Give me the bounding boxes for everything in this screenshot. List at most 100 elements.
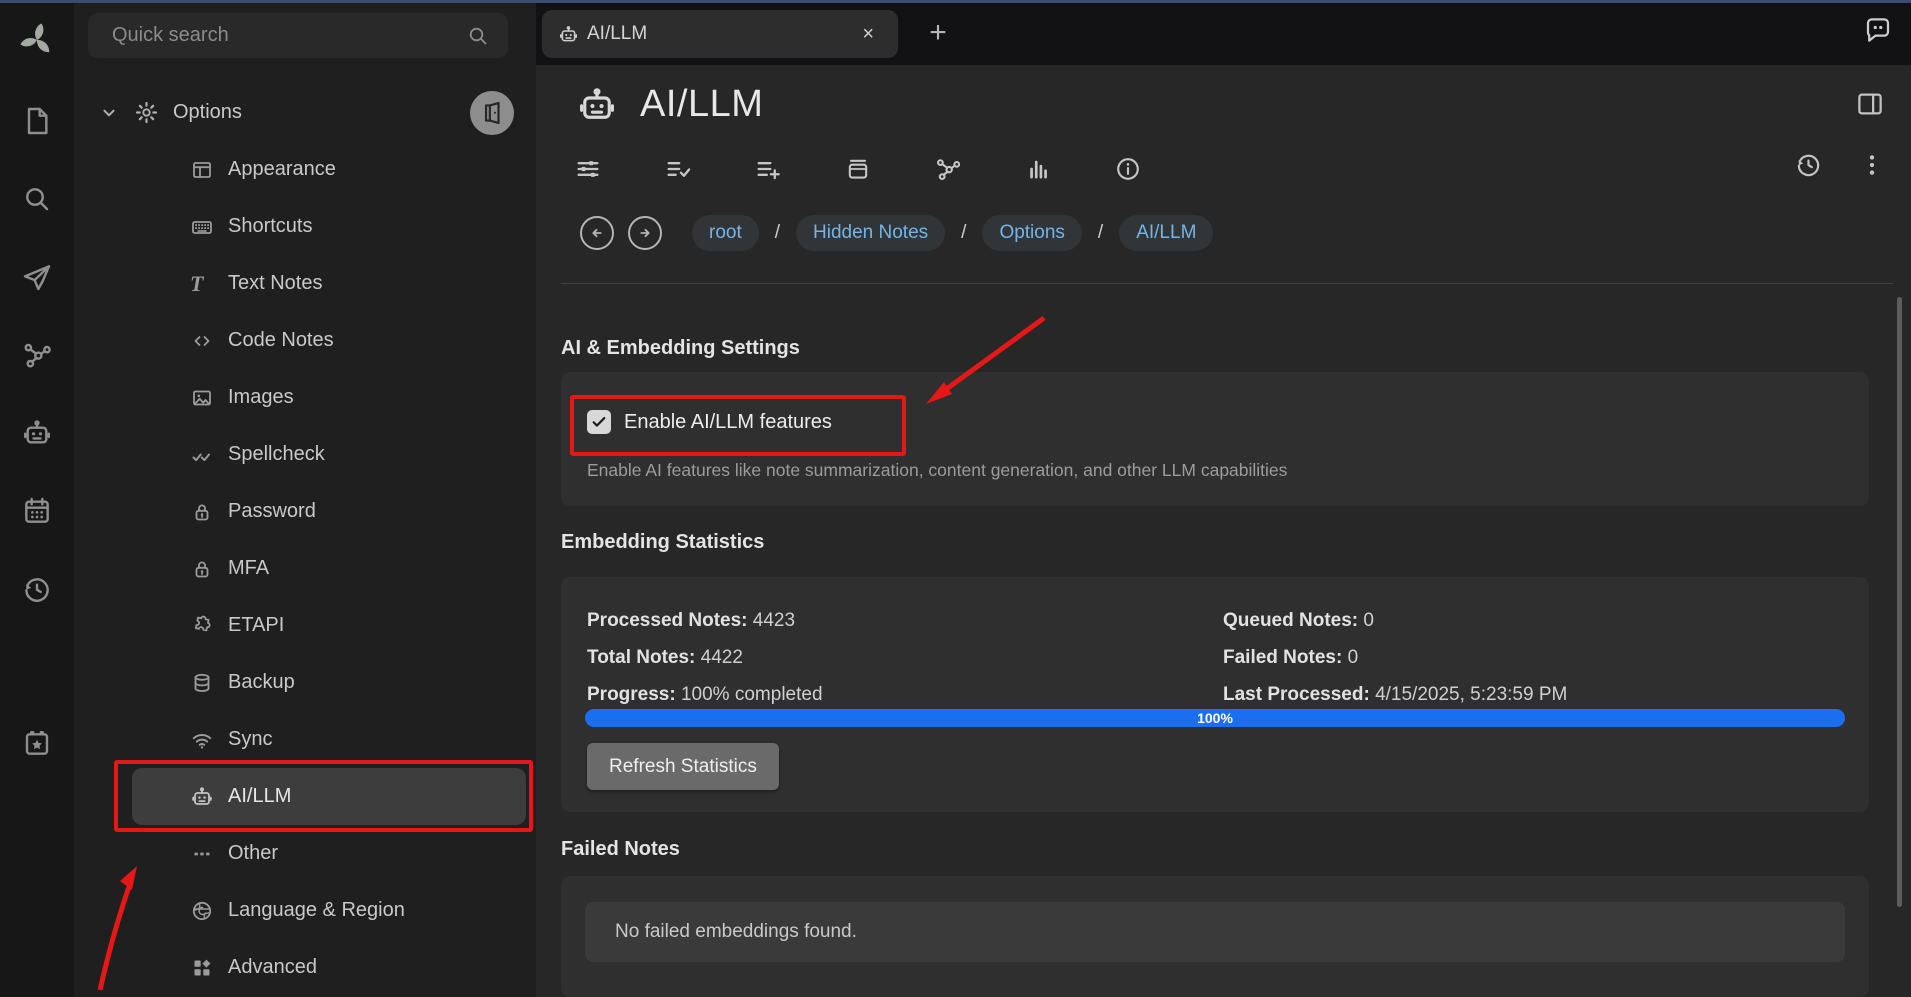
embedding-progress-bar: 100%: [585, 709, 1845, 727]
tree-item-label: AI/LLM: [228, 785, 291, 808]
split-pane-icon[interactable]: [1855, 89, 1885, 119]
tree-item-password[interactable]: Password: [74, 483, 536, 540]
tree-item-backup[interactable]: Backup: [74, 654, 536, 711]
tree-item-options[interactable]: Options: [74, 84, 536, 141]
spellcheck-icon: [190, 443, 214, 467]
stats-heading: Embedding Statistics: [561, 531, 764, 554]
grid-icon: [190, 956, 214, 980]
tree-item-other[interactable]: Other: [74, 825, 536, 882]
tree-item-images[interactable]: Images: [74, 369, 536, 426]
search-icon[interactable]: [0, 171, 74, 227]
breadcrumb-separator: /: [1096, 222, 1105, 244]
breadcrumb-root[interactable]: root: [692, 215, 759, 251]
tree-item-advanced[interactable]: Advanced: [74, 939, 536, 996]
enable-ai-checkbox-row[interactable]: Enable AI/LLM features: [587, 410, 832, 434]
new-tab-button[interactable]: +: [918, 13, 958, 53]
keyboard-icon: [190, 215, 214, 239]
tree-item-label: Images: [228, 386, 294, 409]
chevron-down-icon[interactable]: [98, 102, 120, 124]
image-icon: [190, 386, 214, 410]
tab-ai-llm[interactable]: AI/LLM ×: [542, 10, 898, 58]
breadcrumb-separator: /: [773, 222, 782, 244]
ai-chat-icon[interactable]: [0, 405, 74, 461]
info-icon[interactable]: [1114, 155, 1142, 183]
trilium-logo-icon: [0, 11, 74, 69]
vertical-scrollbar[interactable]: [1897, 297, 1902, 907]
robot-icon: [558, 24, 579, 45]
checkbox-checked-icon[interactable]: [587, 410, 611, 434]
stat-row: Last Processed: 4/15/2025, 5:23:59 PM: [1223, 676, 1567, 713]
ai-settings-heading: AI & Embedding Settings: [561, 337, 800, 360]
list-check-icon[interactable]: [664, 155, 692, 183]
stats-card: Processed Notes: 4423 Total Notes: 4422 …: [561, 577, 1869, 812]
lock-icon: [190, 557, 214, 581]
breadcrumb: root / Hidden Notes / Options / AI/LLM: [580, 215, 1213, 251]
stat-row: Processed Notes: 4423: [587, 602, 823, 639]
ribbon-right-buttons: [1794, 150, 1885, 179]
checkbox-description: Enable AI features like note summarizati…: [587, 460, 1287, 481]
kebab-icon[interactable]: [1859, 152, 1885, 178]
layout-icon: [190, 158, 214, 182]
jump-to-icon[interactable]: [0, 249, 74, 305]
checkbox-label[interactable]: Enable AI/LLM features: [624, 411, 832, 434]
search-icon[interactable]: [466, 24, 490, 48]
launcher-bar: [0, 3, 74, 997]
breadcrumb-hidden-notes[interactable]: Hidden Notes: [796, 215, 945, 251]
tree-item-label: Shortcuts: [228, 215, 312, 238]
refresh-statistics-button[interactable]: Refresh Statistics: [587, 743, 779, 790]
tree-item-label: Password: [228, 500, 316, 523]
tree-item-label: Sync: [228, 728, 272, 751]
ai-settings-card: Enable AI/LLM features Enable AI feature…: [561, 372, 1869, 506]
tree-item-spellcheck[interactable]: Spellcheck: [74, 426, 536, 483]
door-icon[interactable]: [470, 91, 514, 135]
tree-item-ai-llm[interactable]: AI/LLM: [132, 768, 526, 825]
note-map-icon[interactable]: [0, 327, 74, 383]
tree-item-label: MFA: [228, 557, 269, 580]
code-icon: [190, 329, 214, 353]
ellipsis-icon: [190, 842, 214, 866]
calendar-icon[interactable]: [0, 483, 74, 539]
back-button[interactable]: [580, 216, 614, 250]
ribbon-toolbar: [574, 155, 1142, 183]
tree-item-etapi[interactable]: ETAPI: [74, 597, 536, 654]
progress-label: 100%: [1197, 710, 1233, 726]
breadcrumb-options[interactable]: Options: [982, 215, 1081, 251]
bookmarks-icon[interactable]: [0, 715, 74, 771]
stats-column-right: Queued Notes: 0 Failed Notes: 0 Last Pro…: [1223, 602, 1567, 713]
tree-item-mfa[interactable]: MFA: [74, 540, 536, 597]
recent-changes-icon[interactable]: [0, 561, 74, 617]
sliders-icon[interactable]: [574, 155, 602, 183]
note-map-icon[interactable]: [934, 155, 962, 183]
tree-item-language-region[interactable]: Language & Region: [74, 882, 536, 939]
stats-column-left: Processed Notes: 4423 Total Notes: 4422 …: [587, 602, 823, 713]
tree-item-label: Appearance: [228, 158, 336, 181]
gear-icon: [134, 100, 159, 125]
tree-item-label: Backup: [228, 671, 295, 694]
tab-label: AI/LLM: [587, 23, 647, 45]
stat-row: Queued Notes: 0: [1223, 602, 1567, 639]
history-icon[interactable]: [1794, 150, 1823, 179]
tree-item-label: Code Notes: [228, 329, 334, 352]
tab-bar: AI/LLM × +: [536, 3, 1911, 65]
search-input[interactable]: [88, 24, 466, 47]
breadcrumb-separator: /: [959, 222, 968, 244]
breadcrumb-ai-llm[interactable]: AI/LLM: [1119, 215, 1213, 251]
archive-icon[interactable]: [844, 155, 872, 183]
new-note-icon[interactable]: [0, 93, 74, 149]
tree-item-appearance[interactable]: Appearance: [74, 141, 536, 198]
close-icon[interactable]: ×: [854, 21, 882, 48]
robot-icon: [190, 785, 214, 809]
tree-item-shortcuts[interactable]: Shortcuts: [74, 198, 536, 255]
database-icon: [190, 671, 214, 695]
forward-button[interactable]: [628, 216, 662, 250]
chat-bubble-icon[interactable]: [1863, 15, 1893, 45]
text-t-icon: T: [190, 271, 214, 297]
list-plus-icon[interactable]: [754, 155, 782, 183]
failed-notes-empty-message: No failed embeddings found.: [585, 902, 1845, 962]
tree-item-code-notes[interactable]: Code Notes: [74, 312, 536, 369]
tree-item-sync[interactable]: Sync: [74, 711, 536, 768]
lock-icon: [190, 500, 214, 524]
bar-chart-icon[interactable]: [1024, 155, 1052, 183]
robot-icon: [576, 84, 618, 126]
tree-item-text-notes[interactable]: TText Notes: [74, 255, 536, 312]
